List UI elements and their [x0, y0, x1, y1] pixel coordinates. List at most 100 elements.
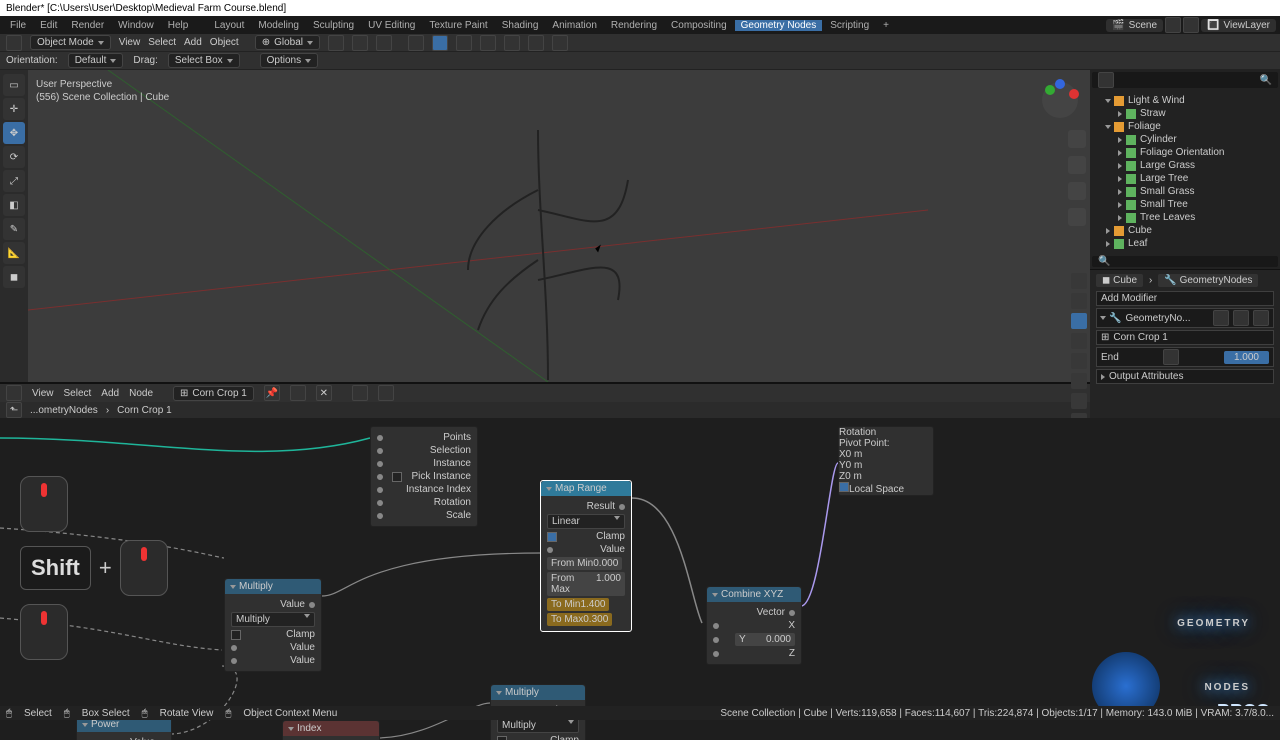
outliner-item[interactable]: Cylinder [1140, 134, 1177, 145]
from-max-field[interactable]: From Max1.000 [547, 572, 625, 596]
disclosure-icon[interactable] [1118, 189, 1122, 195]
node-instance-inputs[interactable]: Points Selection Instance Pick Instance … [370, 426, 478, 527]
disclosure-icon[interactable] [1105, 125, 1111, 129]
node-multiply-1[interactable]: Multiply Value Multiply Clamp Value Valu… [224, 578, 322, 672]
tool-scale-icon[interactable]: ⤢ [3, 170, 25, 192]
outliner-item[interactable]: Light & Wind [1128, 95, 1185, 106]
local-space-check[interactable] [839, 482, 849, 492]
shading-matprev-icon[interactable] [528, 35, 544, 51]
tool-transform-icon[interactable]: ◧ [3, 194, 25, 216]
socket-icon[interactable] [713, 623, 719, 629]
socket-icon[interactable] [231, 645, 237, 651]
ws-anim[interactable]: Animation [546, 20, 602, 31]
outliner[interactable]: Light & Wind Straw Foliage Cylinder Foli… [1090, 90, 1280, 254]
nodegroup-field[interactable]: ⊞Corn Crop 1 [1096, 330, 1274, 345]
disclosure-icon[interactable] [1105, 99, 1111, 103]
y-field[interactable]: Y0.000 [735, 633, 795, 646]
disclosure-icon[interactable] [1106, 241, 1110, 247]
scene-selector[interactable]: 🎬Scene [1106, 19, 1163, 32]
overlay-icon[interactable] [352, 385, 368, 401]
menu-edit[interactable]: Edit [34, 20, 63, 31]
ws-shading[interactable]: Shading [496, 20, 545, 31]
to-max-field[interactable]: To Max0.300 [547, 613, 612, 626]
hdr-object[interactable]: Object [210, 37, 239, 48]
output-attributes[interactable]: Output Attributes [1096, 369, 1274, 384]
tool-annotate-icon[interactable]: ✎ [3, 218, 25, 240]
clamp-check[interactable] [231, 630, 241, 640]
node-transform[interactable]: Rotation Pivot Point: X0 m Y0 m Z0 m Loc… [838, 426, 934, 496]
drag-mode[interactable]: Select Box [168, 53, 240, 68]
pivot-z[interactable]: Z0 m [839, 471, 862, 482]
pick-instance-check[interactable] [392, 472, 402, 482]
modifier-name-field[interactable]: 🔧GeometryNo... [1096, 308, 1274, 328]
node-index[interactable]: Index Index [282, 720, 380, 740]
tab-output-icon[interactable] [1071, 293, 1087, 309]
tab-data-icon[interactable] [1071, 393, 1087, 409]
mod-toggle-icon[interactable] [1213, 310, 1229, 326]
from-min-field[interactable]: From Min0.000 [547, 557, 622, 570]
editor-type-icon[interactable] [6, 35, 22, 51]
interp-select[interactable]: Linear [547, 514, 625, 529]
socket-icon[interactable] [377, 500, 383, 506]
outliner-item[interactable]: Tree Leaves [1140, 212, 1195, 223]
zoom-icon[interactable] [1068, 130, 1086, 148]
tool-measure-icon[interactable]: 📐 [3, 242, 25, 264]
node-combine-xyz[interactable]: Combine XYZ Vector X Y0.000 Z [706, 586, 802, 665]
socket-icon[interactable] [619, 504, 625, 510]
disclosure-icon[interactable] [1118, 150, 1122, 156]
tab-particles-icon[interactable] [1071, 333, 1087, 349]
mod-input-end[interactable]: End 1.000 [1096, 347, 1274, 367]
props-search[interactable]: 🔍 [1092, 256, 1278, 267]
ws-comp[interactable]: Compositing [665, 20, 733, 31]
outliner-search-icon[interactable]: 🔍 [1260, 75, 1272, 86]
crumb-b[interactable]: Corn Crop 1 [117, 405, 171, 416]
outliner-item[interactable]: Large Grass [1140, 160, 1195, 171]
tool-cursor-icon[interactable]: ✛ [3, 98, 25, 120]
menu-file[interactable]: File [4, 20, 32, 31]
socket-icon[interactable] [377, 435, 383, 441]
editor-type-icon[interactable] [6, 385, 22, 401]
add-modifier-button[interactable]: Add Modifier [1096, 291, 1274, 306]
disclosure-icon[interactable] [1118, 202, 1122, 208]
clamp-check[interactable] [497, 736, 507, 740]
socket-icon[interactable] [377, 487, 383, 493]
pin-icon[interactable]: 📌 [264, 385, 280, 401]
overlay-toggle-icon[interactable] [432, 35, 448, 51]
socket-icon[interactable] [231, 658, 237, 664]
disclosure-icon[interactable] [1118, 215, 1122, 221]
disclosure-icon[interactable] [1118, 111, 1122, 117]
menu-render[interactable]: Render [65, 20, 110, 31]
parent-icon[interactable]: ⬑ [6, 402, 22, 418]
tab-render-icon[interactable] [1071, 273, 1087, 289]
outliner-item[interactable]: Large Tree [1140, 173, 1188, 184]
outliner-item[interactable]: Straw [1140, 108, 1166, 119]
node-map-range[interactable]: Map Range Result Linear Clamp Value From… [540, 480, 632, 632]
tab-physics-icon[interactable] [1071, 353, 1087, 369]
ws-add[interactable]: + [877, 20, 895, 31]
hdr-view[interactable]: View [119, 37, 141, 48]
mod-toggle-icon[interactable] [1233, 310, 1249, 326]
snap-icon[interactable] [352, 35, 368, 51]
outliner-item[interactable]: Foliage [1128, 121, 1161, 132]
ws-modeling[interactable]: Modeling [252, 20, 305, 31]
menu-help[interactable]: Help [162, 20, 195, 31]
socket-icon[interactable] [377, 448, 383, 454]
tab-constraints-icon[interactable] [1071, 373, 1087, 389]
tool-move-icon[interactable]: ✥ [3, 122, 25, 144]
shading-wire-icon[interactable] [480, 35, 496, 51]
shading-render-icon[interactable] [552, 35, 568, 51]
nh-select[interactable]: Select [64, 388, 92, 399]
socket-icon[interactable] [713, 651, 719, 657]
pivot-y[interactable]: Y0 m [839, 460, 862, 471]
viewport-3d[interactable]: User Perspective (556) Scene Collection … [28, 70, 1090, 382]
pivot-icon[interactable] [328, 35, 344, 51]
shading-solid-icon[interactable] [504, 35, 520, 51]
socket-icon[interactable] [377, 461, 383, 467]
tool-select-icon[interactable]: ▭ [3, 74, 25, 96]
outliner-editor-icon[interactable] [1098, 72, 1114, 88]
socket-icon[interactable] [377, 474, 383, 480]
socket-icon[interactable] [377, 513, 383, 519]
op-select[interactable]: Multiply [497, 718, 579, 733]
outliner-item[interactable]: Foliage Orientation [1140, 147, 1225, 158]
prop-edit-icon[interactable] [376, 35, 392, 51]
